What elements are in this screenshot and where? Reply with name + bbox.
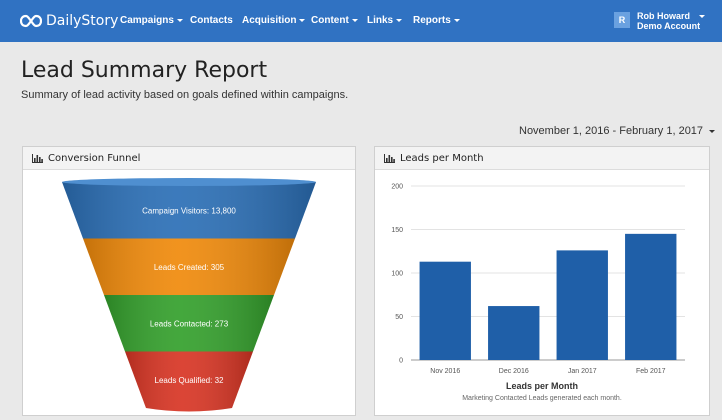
bar-chart-icon xyxy=(32,153,43,163)
funnel-stage-label: Leads Created: 305 xyxy=(154,263,225,272)
nav-contacts[interactable]: Contacts xyxy=(190,15,233,26)
chart-title: Leads per Month xyxy=(506,381,578,391)
panel-title: Conversion Funnel xyxy=(48,152,141,164)
bar[interactable] xyxy=(419,261,471,360)
x-tick-label: Dec 2016 xyxy=(499,368,529,375)
page-subtitle: Summary of lead activity based on goals … xyxy=(21,89,349,101)
y-tick-label: 100 xyxy=(391,271,403,278)
user-avatar[interactable]: R xyxy=(614,12,630,28)
nav-reports[interactable]: Reports xyxy=(413,15,460,26)
conversion-funnel-chart: Campaign Visitors: 13,800 Leads Created: … xyxy=(62,178,316,412)
y-tick-label: 150 xyxy=(391,227,403,234)
user-menu-chevron-down-icon[interactable] xyxy=(699,15,705,18)
nav-acquisition[interactable]: Acquisition xyxy=(242,15,306,26)
funnel-stage-label: Campaign Visitors: 13,800 xyxy=(142,206,236,215)
x-tick-label: Jan 2017 xyxy=(568,368,597,375)
panel-heading: Leads per Month xyxy=(375,147,709,170)
chevron-down-icon xyxy=(299,18,306,22)
nav-links[interactable]: Links xyxy=(367,15,403,26)
chevron-down-icon xyxy=(351,18,358,22)
brand-name: DailyStory xyxy=(46,13,119,29)
x-tick-label: Nov 2016 xyxy=(430,368,460,375)
brand-logo[interactable]: DailyStory xyxy=(20,11,118,31)
user-name[interactable]: Rob Howard xyxy=(637,11,690,21)
funnel-rim xyxy=(62,178,316,186)
y-tick-label: 50 xyxy=(395,314,403,321)
y-tick-label: 200 xyxy=(391,184,403,191)
panel-title: Leads per Month xyxy=(400,152,484,164)
x-tick-label: Feb 2017 xyxy=(636,368,666,375)
funnel-stage-label: Leads Qualified: 32 xyxy=(155,376,224,385)
chevron-down-icon xyxy=(176,18,183,22)
panel-heading: Conversion Funnel xyxy=(23,147,355,170)
conversion-funnel-panel: Conversion Funnel Campaign Visitors: 13,… xyxy=(22,146,356,416)
bar-chart-icon xyxy=(384,153,395,163)
infinity-logo-icon xyxy=(20,14,42,28)
nav-campaigns[interactable]: Campaigns xyxy=(120,15,183,26)
bar[interactable] xyxy=(556,250,608,360)
page-title: Lead Summary Report xyxy=(21,58,268,83)
leads-per-month-chart: 0 50 100 150 200 Nov 2016 Dec 2016 Jan 2017 Feb… xyxy=(391,184,685,402)
nav-content[interactable]: Content xyxy=(311,15,358,26)
date-range-picker[interactable]: November 1, 2016 - February 1, 2017 xyxy=(519,125,716,137)
funnel-stage-label: Leads Contacted: 273 xyxy=(150,319,229,328)
top-navbar: DailyStory Campaigns Contacts Acquisitio… xyxy=(0,0,722,42)
y-tick-label: 0 xyxy=(399,358,403,365)
chevron-down-icon xyxy=(396,18,403,22)
bar[interactable] xyxy=(625,233,677,360)
chart-subtitle: Marketing Contacted Leads generated each… xyxy=(462,395,622,402)
chevron-down-icon xyxy=(453,18,460,22)
chevron-down-icon xyxy=(709,129,716,133)
leads-per-month-panel: Leads per Month 0 50 100 150 200 Nov 2016 Dec… xyxy=(374,146,710,416)
user-account[interactable]: Demo Account xyxy=(637,21,700,31)
bar[interactable] xyxy=(488,306,540,360)
